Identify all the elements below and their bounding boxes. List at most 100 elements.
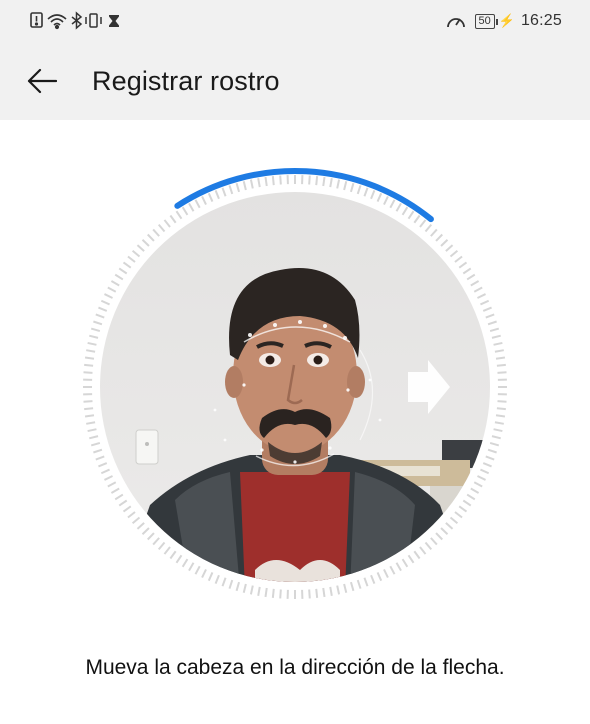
scan-tick (449, 249, 459, 258)
scan-tick (466, 493, 476, 501)
scan-tick (98, 306, 108, 312)
scan-tick (370, 190, 376, 200)
scan-tick (493, 428, 503, 433)
scan-tick (336, 179, 341, 189)
wifi-icon (47, 14, 67, 30)
scan-tick (485, 313, 495, 319)
scan-tick (228, 185, 234, 195)
scan-tick (141, 239, 150, 247)
scan-tick (279, 589, 282, 599)
scan-tick (389, 565, 396, 575)
scan-tick (221, 187, 227, 197)
scan-tick (477, 475, 486, 481)
scan-tick (118, 267, 128, 275)
scan-tick (175, 210, 183, 220)
scan-tick (89, 435, 99, 440)
scan-tick (157, 223, 166, 233)
scan-tick (401, 558, 409, 568)
scan-tick (370, 574, 376, 584)
bluetooth-icon (71, 11, 83, 30)
scan-tick (127, 511, 136, 519)
scan-tick (242, 181, 247, 191)
app-bar: Registrar rostro (0, 42, 590, 120)
status-time: 16:25 (520, 12, 562, 29)
scan-tick (271, 588, 275, 598)
scan-tick (395, 202, 402, 212)
scan-tick (458, 261, 468, 269)
scan-tick (493, 341, 503, 346)
scan-tick (181, 206, 189, 216)
scan-tick (90, 441, 101, 447)
scan-tick (201, 569, 207, 578)
scan-tick (329, 178, 333, 188)
scan-tick (356, 185, 362, 195)
scan-tick (430, 537, 438, 546)
scan-tick (349, 182, 355, 193)
scan-tick (221, 577, 227, 587)
scan-tick (257, 586, 261, 596)
scan-tick (84, 414, 95, 418)
scan-tick (147, 233, 155, 242)
scan-tick (95, 313, 105, 319)
scan-tick (395, 562, 402, 572)
scan-tick (470, 280, 480, 287)
scan-tick (435, 532, 443, 541)
scan-tick (104, 293, 113, 299)
charging-icon: ⚡ (498, 13, 515, 28)
scan-tick (489, 441, 500, 447)
scan-tick (181, 558, 189, 568)
scan-tick (424, 541, 433, 551)
scan-tick (163, 546, 171, 555)
scan-tick (485, 455, 495, 461)
scan-tick (343, 583, 348, 593)
status-icons-left (30, 11, 119, 30)
scan-tick (98, 462, 108, 468)
scan-tick (110, 487, 120, 494)
scan-tick (118, 499, 128, 507)
scan-tick (445, 244, 454, 252)
scan-tick (389, 199, 396, 209)
scan-tick (235, 581, 241, 592)
battery-icon: 50 (474, 13, 499, 29)
scan-tick (188, 202, 195, 212)
scan-tick (152, 228, 160, 237)
scan-tick (87, 428, 97, 433)
scan-tick (356, 579, 362, 589)
back-button[interactable] (18, 57, 66, 105)
status-bar: 50 ⚡ 16:25 (0, 0, 590, 42)
scan-tick (462, 499, 472, 507)
scan-tick (322, 176, 326, 187)
scan-tick (84, 407, 94, 411)
scan-tick (107, 286, 117, 293)
scan-tick (482, 306, 492, 312)
scan-tick (336, 585, 341, 595)
scan-tick (249, 179, 254, 189)
scan-tick (440, 239, 449, 247)
scan-tick (349, 581, 355, 592)
scan-tick (279, 175, 282, 185)
scan-tick (343, 181, 348, 191)
scan-tick (136, 522, 145, 530)
scan-tick (136, 244, 145, 252)
scan-tick (147, 532, 155, 541)
scan-tick (407, 210, 415, 220)
scan-tick (95, 455, 105, 461)
scan-tick (491, 435, 501, 440)
scan-tick (131, 516, 141, 525)
scan-tick (89, 334, 99, 339)
scan-tick (495, 414, 506, 418)
scan-tick (480, 299, 490, 306)
scan-tick (494, 349, 504, 353)
scan-tick (83, 371, 93, 374)
scan-tick (114, 273, 124, 281)
scan-tick (413, 550, 421, 560)
scan-tick (495, 356, 506, 360)
speedometer-icon (446, 18, 465, 28)
scan-tick (84, 363, 94, 367)
scan-tick (413, 214, 421, 224)
scan-tick (473, 481, 483, 488)
scan-tick (207, 192, 214, 202)
scan-tick (107, 481, 117, 488)
scan-tick (228, 579, 234, 589)
scan-tick (487, 448, 497, 454)
